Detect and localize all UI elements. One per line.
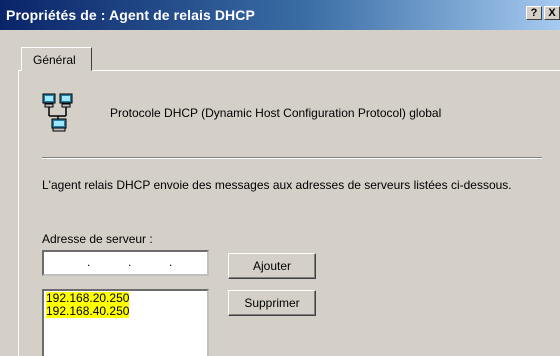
remove-button[interactable]: Supprimer: [228, 290, 316, 316]
protocol-label: Protocole DHCP (Dynamic Host Configurati…: [110, 106, 442, 120]
server-address-input[interactable]: . . .: [42, 250, 209, 276]
add-button[interactable]: Ajouter: [228, 253, 316, 279]
close-button[interactable]: X: [544, 6, 560, 20]
network-computers-icon: [42, 93, 73, 132]
title-bar: Propriétés de : Agent de relais DHCP ? X: [0, 0, 560, 30]
tab-general-label: Général: [33, 53, 76, 67]
list-item[interactable]: 192.168.40.250: [46, 305, 130, 318]
window-title: Propriétés de : Agent de relais DHCP: [6, 7, 255, 23]
ip-separator-dot: .: [128, 255, 132, 269]
ip-separator-dot: .: [169, 255, 173, 269]
server-list[interactable]: 192.168.20.250 192.168.40.250: [42, 289, 209, 356]
description-text: L'agent relais DHCP envoie des messages …: [42, 178, 512, 192]
separator: [42, 157, 542, 159]
ip-separator-dot: .: [87, 255, 91, 269]
tab-general[interactable]: Général: [21, 47, 92, 71]
help-button[interactable]: ?: [526, 6, 542, 20]
server-address-label: Adresse de serveur :: [42, 232, 153, 246]
